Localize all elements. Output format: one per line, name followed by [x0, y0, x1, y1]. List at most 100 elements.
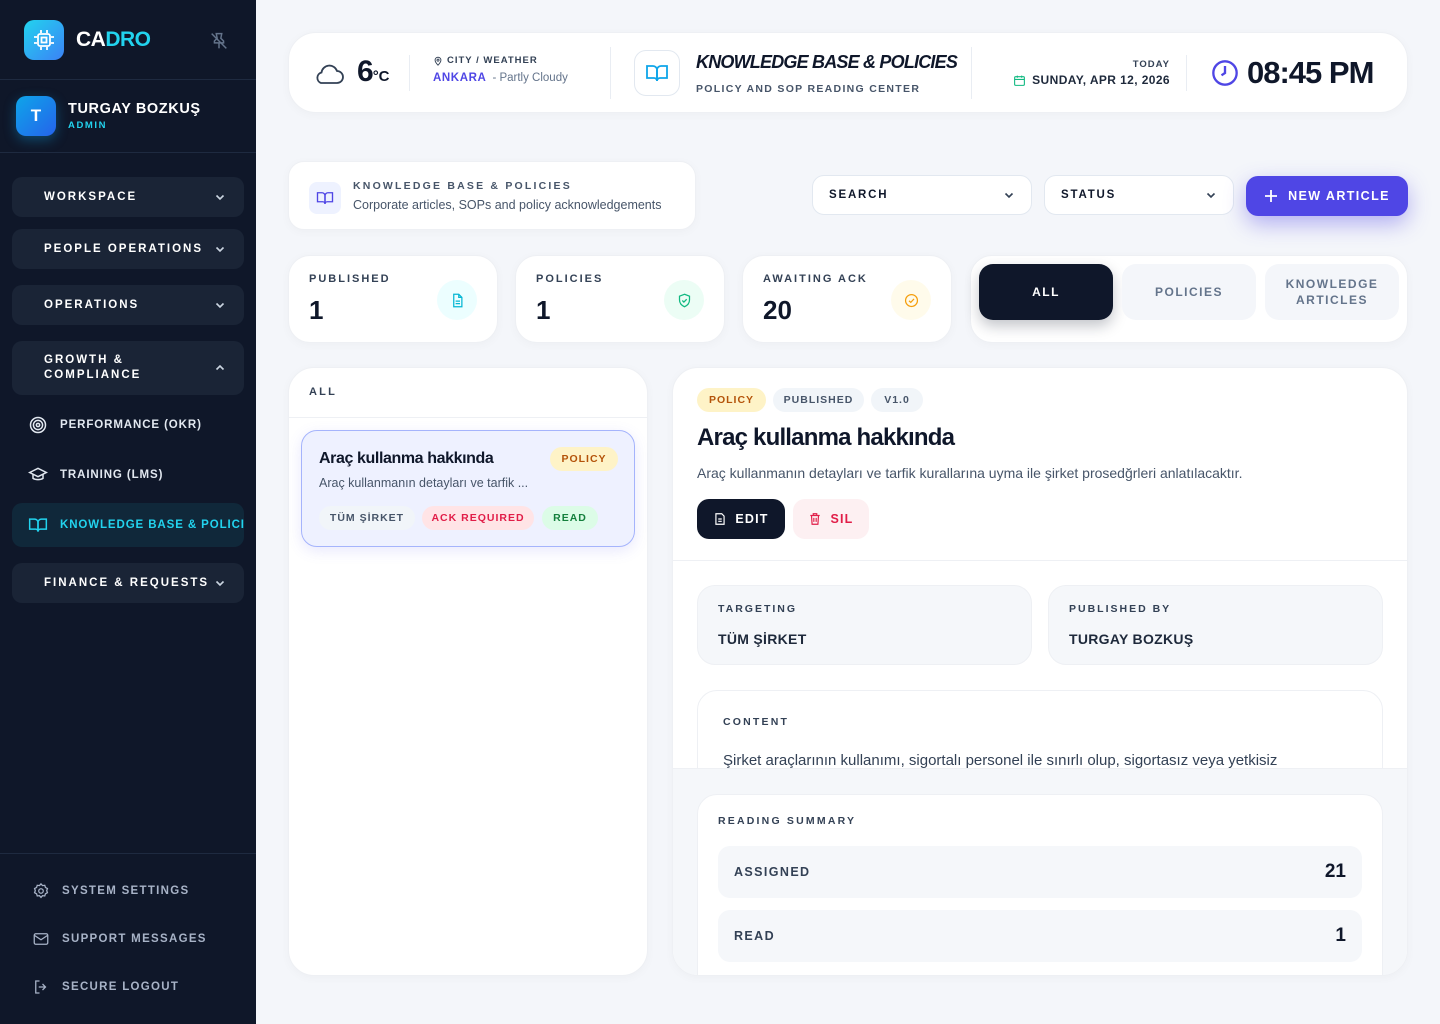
content-text: Şirket araçlarının kullanımı, sigortalı … [723, 752, 1278, 769]
tab-all[interactable]: ALL [979, 264, 1113, 320]
article-type-badge: POLICY [550, 447, 618, 471]
book-open-icon [28, 518, 48, 532]
content-label: CONTENT [723, 716, 790, 728]
tab-knowledge-articles[interactable]: KNOWLEDGE ARTICLES [1265, 264, 1399, 320]
article-list-panel: ALL Araç kullanma hakkında POLICY Araç k… [288, 367, 648, 976]
published-by-card: PUBLISHED BY TURGAY BOZKUŞ [1048, 585, 1383, 665]
article-detail-panel: POLICY PUBLISHED V1.0 Araç kullanma hakk… [672, 367, 1408, 976]
clock-icon [1212, 60, 1238, 86]
page-title: KNOWLEDGE BASE & POLICIES [353, 180, 572, 192]
weather-location: CITY / WEATHER ANKARA - Partly Cloudy [433, 55, 568, 84]
article-description: Araç kullanmanın detayları ve tarfik ... [319, 476, 529, 490]
book-open-icon [634, 50, 680, 96]
footer-item-label: SECURE LOGOUT [62, 981, 180, 993]
nav-group-label: FINANCE & REQUESTS [44, 577, 210, 589]
chevron-down-icon [1206, 192, 1216, 199]
summary-row-assigned: ASSIGNED 21 [718, 846, 1362, 898]
stat-value: 1 [309, 295, 324, 325]
nav-group-finance-requests[interactable]: FINANCE & REQUESTS [12, 563, 244, 603]
summary-key: ASSIGNED [734, 865, 811, 879]
sidebar-item-label: KNOWLEDGE BASE & POLICIES [60, 519, 244, 531]
status-select-label: STATUS [1061, 189, 1117, 201]
summary-area: READING SUMMARY ASSIGNED 21 READ 1 [673, 768, 1407, 975]
summary-row-read: READ 1 [718, 910, 1362, 962]
temperature: 6°C [357, 55, 390, 88]
module-subtitle: POLICY AND SOP READING CENTER [696, 83, 921, 95]
list-item[interactable]: Araç kullanma hakkında POLICY Araç kulla… [301, 430, 635, 547]
current-time: 08:45 PM [1247, 55, 1374, 90]
nav-group-label: PEOPLE OPERATIONS [44, 243, 204, 255]
stat-label: POLICIES [536, 273, 604, 285]
stat-awaiting-ack: AWAITING ACK 20 [742, 255, 952, 343]
sidebar: CADRO T TURGAY BOZKUŞ ADMIN WORKSPACE PE… [0, 0, 256, 1024]
tab-policies[interactable]: POLICIES [1122, 264, 1256, 320]
top-bar: 6°C CITY / WEATHER ANKARA - Partly Cloudy… [288, 32, 1408, 113]
chevron-down-icon [215, 302, 225, 309]
nav-group-workspace[interactable]: WORKSPACE [12, 177, 244, 217]
city-label: CITY / WEATHER [447, 55, 538, 66]
filter-tabs: ALL POLICIES KNOWLEDGE ARTICLES [970, 255, 1408, 343]
sidebar-item-label: TRAINING (LMS) [60, 469, 164, 481]
sidebar-item-performance[interactable]: PERFORMANCE (OKR) [12, 403, 244, 447]
reading-summary: READING SUMMARY ASSIGNED 21 READ 1 [697, 794, 1383, 975]
document-icon [437, 280, 477, 320]
version-badge: V1.0 [871, 388, 923, 412]
page-subtitle: Corporate articles, SOPs and policy ackn… [353, 198, 662, 212]
list-header: ALL [309, 386, 337, 398]
support-messages-link[interactable]: SUPPORT MESSAGES [32, 930, 207, 948]
weather-condition: - Partly Cloudy [492, 72, 568, 84]
plus-icon [1265, 190, 1278, 202]
city-name: ANKARA [433, 72, 487, 84]
module-title: KNOWLEDGE BASE & POLICIES [696, 52, 958, 72]
mail-icon [33, 933, 49, 945]
user-profile[interactable]: T TURGAY BOZKUŞ ADMIN [16, 96, 201, 136]
status-select[interactable]: STATUS [1044, 175, 1234, 215]
graduation-cap-icon [28, 467, 48, 481]
nav-group-label: WORKSPACE [44, 191, 138, 203]
check-circle-icon [891, 280, 931, 320]
search-select[interactable]: SEARCH [812, 175, 1032, 215]
nav-group-label: OPERATIONS [44, 299, 140, 311]
type-badge: POLICY [697, 388, 766, 412]
unpin-icon[interactable] [208, 30, 230, 52]
sidebar-item-label: PERFORMANCE (OKR) [60, 419, 202, 431]
calendar-icon [1014, 75, 1026, 86]
stat-value: 20 [763, 295, 792, 325]
brand[interactable]: CADRO [24, 20, 151, 60]
stat-published: PUBLISHED 1 [288, 255, 498, 343]
target-icon [29, 416, 47, 434]
targeting-label: TARGETING [718, 603, 798, 615]
chevron-down-icon [215, 246, 225, 253]
footer-item-label: SYSTEM SETTINGS [62, 885, 190, 897]
search-select-label: SEARCH [829, 189, 889, 201]
nav-group-operations[interactable]: OPERATIONS [12, 285, 244, 325]
system-settings-link[interactable]: SYSTEM SETTINGS [32, 882, 190, 900]
stat-label: PUBLISHED [309, 273, 391, 285]
new-article-button[interactable]: NEW ARTICLE [1246, 176, 1408, 216]
article-title: Araç kullanma hakkında [319, 450, 494, 467]
chevron-down-icon [215, 580, 225, 587]
chevron-up-icon [215, 364, 225, 371]
sidebar-item-knowledge-base[interactable]: KNOWLEDGE BASE & POLICIES [12, 503, 244, 547]
article-title: Araç kullanma hakkında [697, 424, 955, 451]
footer-item-label: SUPPORT MESSAGES [62, 933, 207, 945]
secure-logout-link[interactable]: SECURE LOGOUT [32, 978, 179, 996]
today-label: TODAY [1132, 59, 1170, 70]
nav-group-people-operations[interactable]: PEOPLE OPERATIONS [12, 229, 244, 269]
delete-button[interactable]: SIL [793, 499, 869, 539]
trash-icon [810, 513, 821, 525]
user-name: TURGAY BOZKUŞ [68, 101, 201, 117]
read-status-badge: READ [542, 506, 598, 530]
chip-icon [24, 20, 64, 60]
published-by-label: PUBLISHED BY [1069, 603, 1172, 615]
cloud-icon [316, 64, 344, 84]
book-open-icon [309, 182, 341, 214]
nav-group-growth-compliance[interactable]: GROWTH & COMPLIANCE [12, 341, 244, 395]
target-badge: TÜM ŞİRKET [319, 506, 415, 530]
sidebar-item-training[interactable]: TRAINING (LMS) [12, 453, 244, 497]
map-pin-icon [434, 56, 442, 66]
ack-required-badge: ACK REQUIRED [422, 506, 534, 530]
shield-check-icon [664, 280, 704, 320]
summary-key: READ [734, 929, 776, 943]
edit-button[interactable]: EDIT [697, 499, 785, 539]
